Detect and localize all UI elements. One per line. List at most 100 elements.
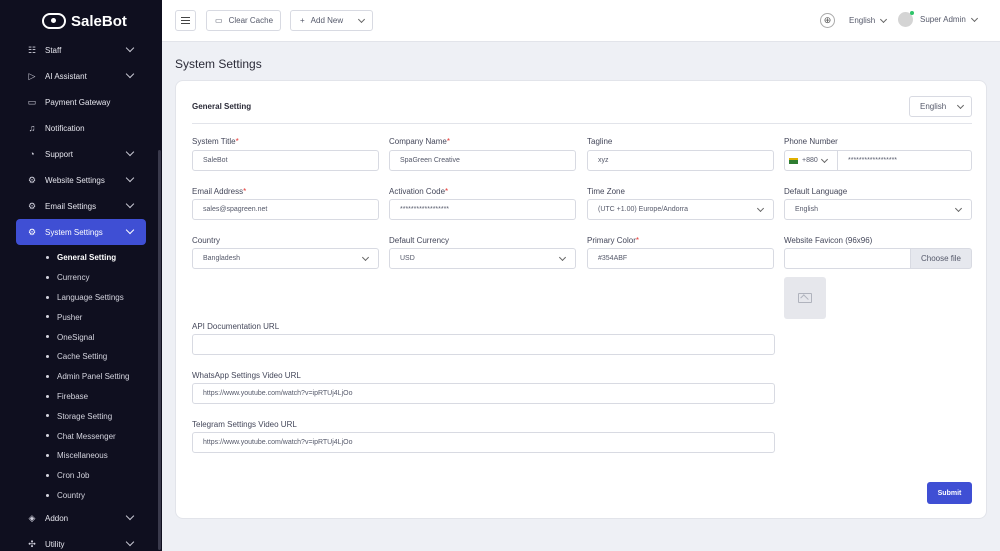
cache-icon: ▭	[215, 16, 223, 25]
subitem-miscellaneous[interactable]: Miscellaneous	[0, 446, 162, 466]
email-address-input[interactable]: sales@spagreen.net	[192, 199, 379, 220]
subitem-pusher[interactable]: Pusher	[0, 307, 162, 327]
subitem-cron-job[interactable]: Cron Job	[0, 466, 162, 486]
sidebar-item-label: Notification	[45, 123, 85, 133]
chevron-down-icon	[558, 253, 567, 262]
primary-color-input[interactable]: #354ABF	[587, 248, 774, 269]
sidebar-item-notification[interactable]: ♫ Notification	[0, 115, 162, 141]
sidebar-item-label: Website Settings	[45, 175, 105, 185]
subitem-admin-panel-setting[interactable]: Admin Panel Setting	[0, 367, 162, 387]
support-icon: ◔	[29, 149, 35, 159]
chevron-down-icon	[125, 512, 135, 521]
flag-icon	[789, 157, 798, 164]
settings-card: General Setting English System Title* Sa…	[175, 80, 987, 519]
activation-code-input[interactable]: ******************	[389, 199, 576, 220]
whatsapp-video-url-label: WhatsApp Settings Video URL	[192, 371, 301, 380]
sidebar-item-support[interactable]: ◔ Support	[0, 141, 162, 167]
sidebar-item-staff[interactable]: ☷ Staff	[0, 37, 162, 63]
chevron-down-icon	[125, 173, 135, 183]
sidebar-item-email-settings[interactable]: ⚙ Email Settings	[0, 193, 162, 219]
chevron-down-icon	[820, 155, 828, 163]
subitem-cache-setting[interactable]: Cache Setting	[0, 347, 162, 367]
sidebar-item-ai-assistant[interactable]: ▷ AI Assistant	[0, 63, 162, 89]
chevron-down-icon	[125, 43, 135, 53]
sidebar-item-utility[interactable]: ✣ Utility	[0, 531, 162, 551]
addon-icon: ◈	[28, 512, 36, 523]
sidebar-item-addon[interactable]: ◈ Addon	[0, 505, 162, 531]
favicon-file-input[interactable]	[784, 248, 911, 269]
subitem-country[interactable]: Country	[0, 486, 162, 506]
phone-number-label: Phone Number	[784, 137, 838, 146]
subitem-storage-setting[interactable]: Storage Setting	[0, 406, 162, 426]
globe-icon[interactable]: ⊕	[820, 13, 835, 28]
staff-icon: ☷	[27, 44, 37, 55]
hamburger-icon	[181, 16, 190, 18]
language-dropdown[interactable]: English	[849, 15, 888, 25]
sidebar-nav: ☷ Staff ▷ AI Assistant ▭ Payment Gateway…	[0, 37, 162, 551]
divider	[192, 123, 972, 124]
subitem-firebase[interactable]: Firebase	[0, 387, 162, 407]
card-icon: ▭	[27, 96, 37, 107]
user-dropdown[interactable]: Super Admin	[920, 14, 978, 24]
subitem-chat-messenger[interactable]: Chat Messenger	[0, 426, 162, 446]
card-title: General Setting	[192, 102, 252, 111]
tagline-input[interactable]: xyz	[587, 150, 774, 171]
logo[interactable]: SaleBot	[42, 10, 127, 32]
api-doc-url-input[interactable]	[192, 334, 775, 355]
clear-cache-button[interactable]: ▭ Clear Cache	[206, 10, 281, 31]
time-zone-label: Time Zone	[587, 187, 625, 196]
chevron-down-icon	[358, 15, 366, 23]
card-language-value: English	[920, 102, 947, 111]
salebot-logo-icon	[42, 13, 66, 29]
default-currency-select[interactable]: USD	[389, 248, 576, 269]
sidebar-scrollbar[interactable]	[158, 150, 161, 550]
phone-number-input[interactable]: ******************	[837, 150, 972, 171]
sidebar-item-label: Payment Gateway	[45, 97, 111, 107]
utility-icon: ✣	[28, 538, 36, 549]
telegram-video-url-label: Telegram Settings Video URL	[192, 420, 297, 429]
whatsapp-video-url-input[interactable]: https://www.youtube.com/watch?v=ipRTUj4L…	[192, 383, 775, 404]
sidebar-item-payment-gateway[interactable]: ▭ Payment Gateway	[0, 89, 162, 115]
sidebar-item-website-settings[interactable]: ⚙ Website Settings	[0, 167, 162, 193]
clear-cache-label: Clear Cache	[228, 16, 274, 25]
add-new-button[interactable]: + Add New	[290, 10, 373, 31]
phone-country-select[interactable]: +880	[784, 150, 837, 171]
sidebar-item-system-settings[interactable]: ⚙ System Settings	[16, 219, 146, 245]
company-name-label: Company Name*	[389, 137, 450, 146]
country-select[interactable]: Bangladesh	[192, 248, 379, 269]
image-placeholder-icon	[798, 293, 812, 303]
sidebar-item-label: System Settings	[45, 227, 103, 237]
gear-icon: ⚙	[27, 226, 37, 237]
default-language-select[interactable]: English	[784, 199, 972, 220]
primary-color-label: Primary Color*	[587, 236, 640, 245]
company-name-input[interactable]: SpaGreen Creative	[389, 150, 576, 171]
add-new-label: Add New	[310, 16, 344, 25]
submit-button[interactable]: Submit	[927, 482, 972, 504]
time-zone-select[interactable]: (UTC +1.00) Europe/Andorra	[587, 199, 774, 220]
system-title-input[interactable]: SaleBot	[192, 150, 379, 171]
chevron-down-icon	[970, 14, 978, 22]
subitem-currency[interactable]: Currency	[0, 268, 162, 288]
chevron-down-icon	[880, 15, 888, 23]
ai-icon: ▷	[28, 70, 36, 81]
bell-icon: ♫	[28, 123, 36, 133]
menu-toggle-button[interactable]	[175, 10, 196, 31]
chevron-down-icon	[954, 204, 963, 213]
top-header: ▭ Clear Cache + Add New ⊕ English Super …	[162, 0, 1000, 42]
subitem-general-setting[interactable]: General Setting	[0, 248, 162, 268]
gear-icon: ⚙	[27, 200, 37, 211]
email-address-label: Email Address*	[192, 187, 247, 196]
subitem-language-settings[interactable]: Language Settings	[0, 288, 162, 308]
choose-file-button[interactable]: Choose file	[910, 248, 972, 269]
country-label: Country	[192, 236, 221, 245]
brand-name: SaleBot	[71, 12, 127, 30]
chevron-down-icon	[125, 69, 135, 79]
card-language-select[interactable]: English	[909, 96, 972, 117]
sidebar-item-label: AI Assistant	[45, 71, 87, 81]
sidebar-item-label: Utility	[45, 539, 65, 549]
website-favicon-label: Website Favicon (96x96)	[784, 236, 873, 245]
telegram-video-url-input[interactable]: https://www.youtube.com/watch?v=ipRTUj4L…	[192, 432, 775, 453]
system-title-label: System Title*	[192, 137, 239, 146]
subitem-onesignal[interactable]: OneSignal	[0, 327, 162, 347]
favicon-preview	[784, 277, 826, 319]
